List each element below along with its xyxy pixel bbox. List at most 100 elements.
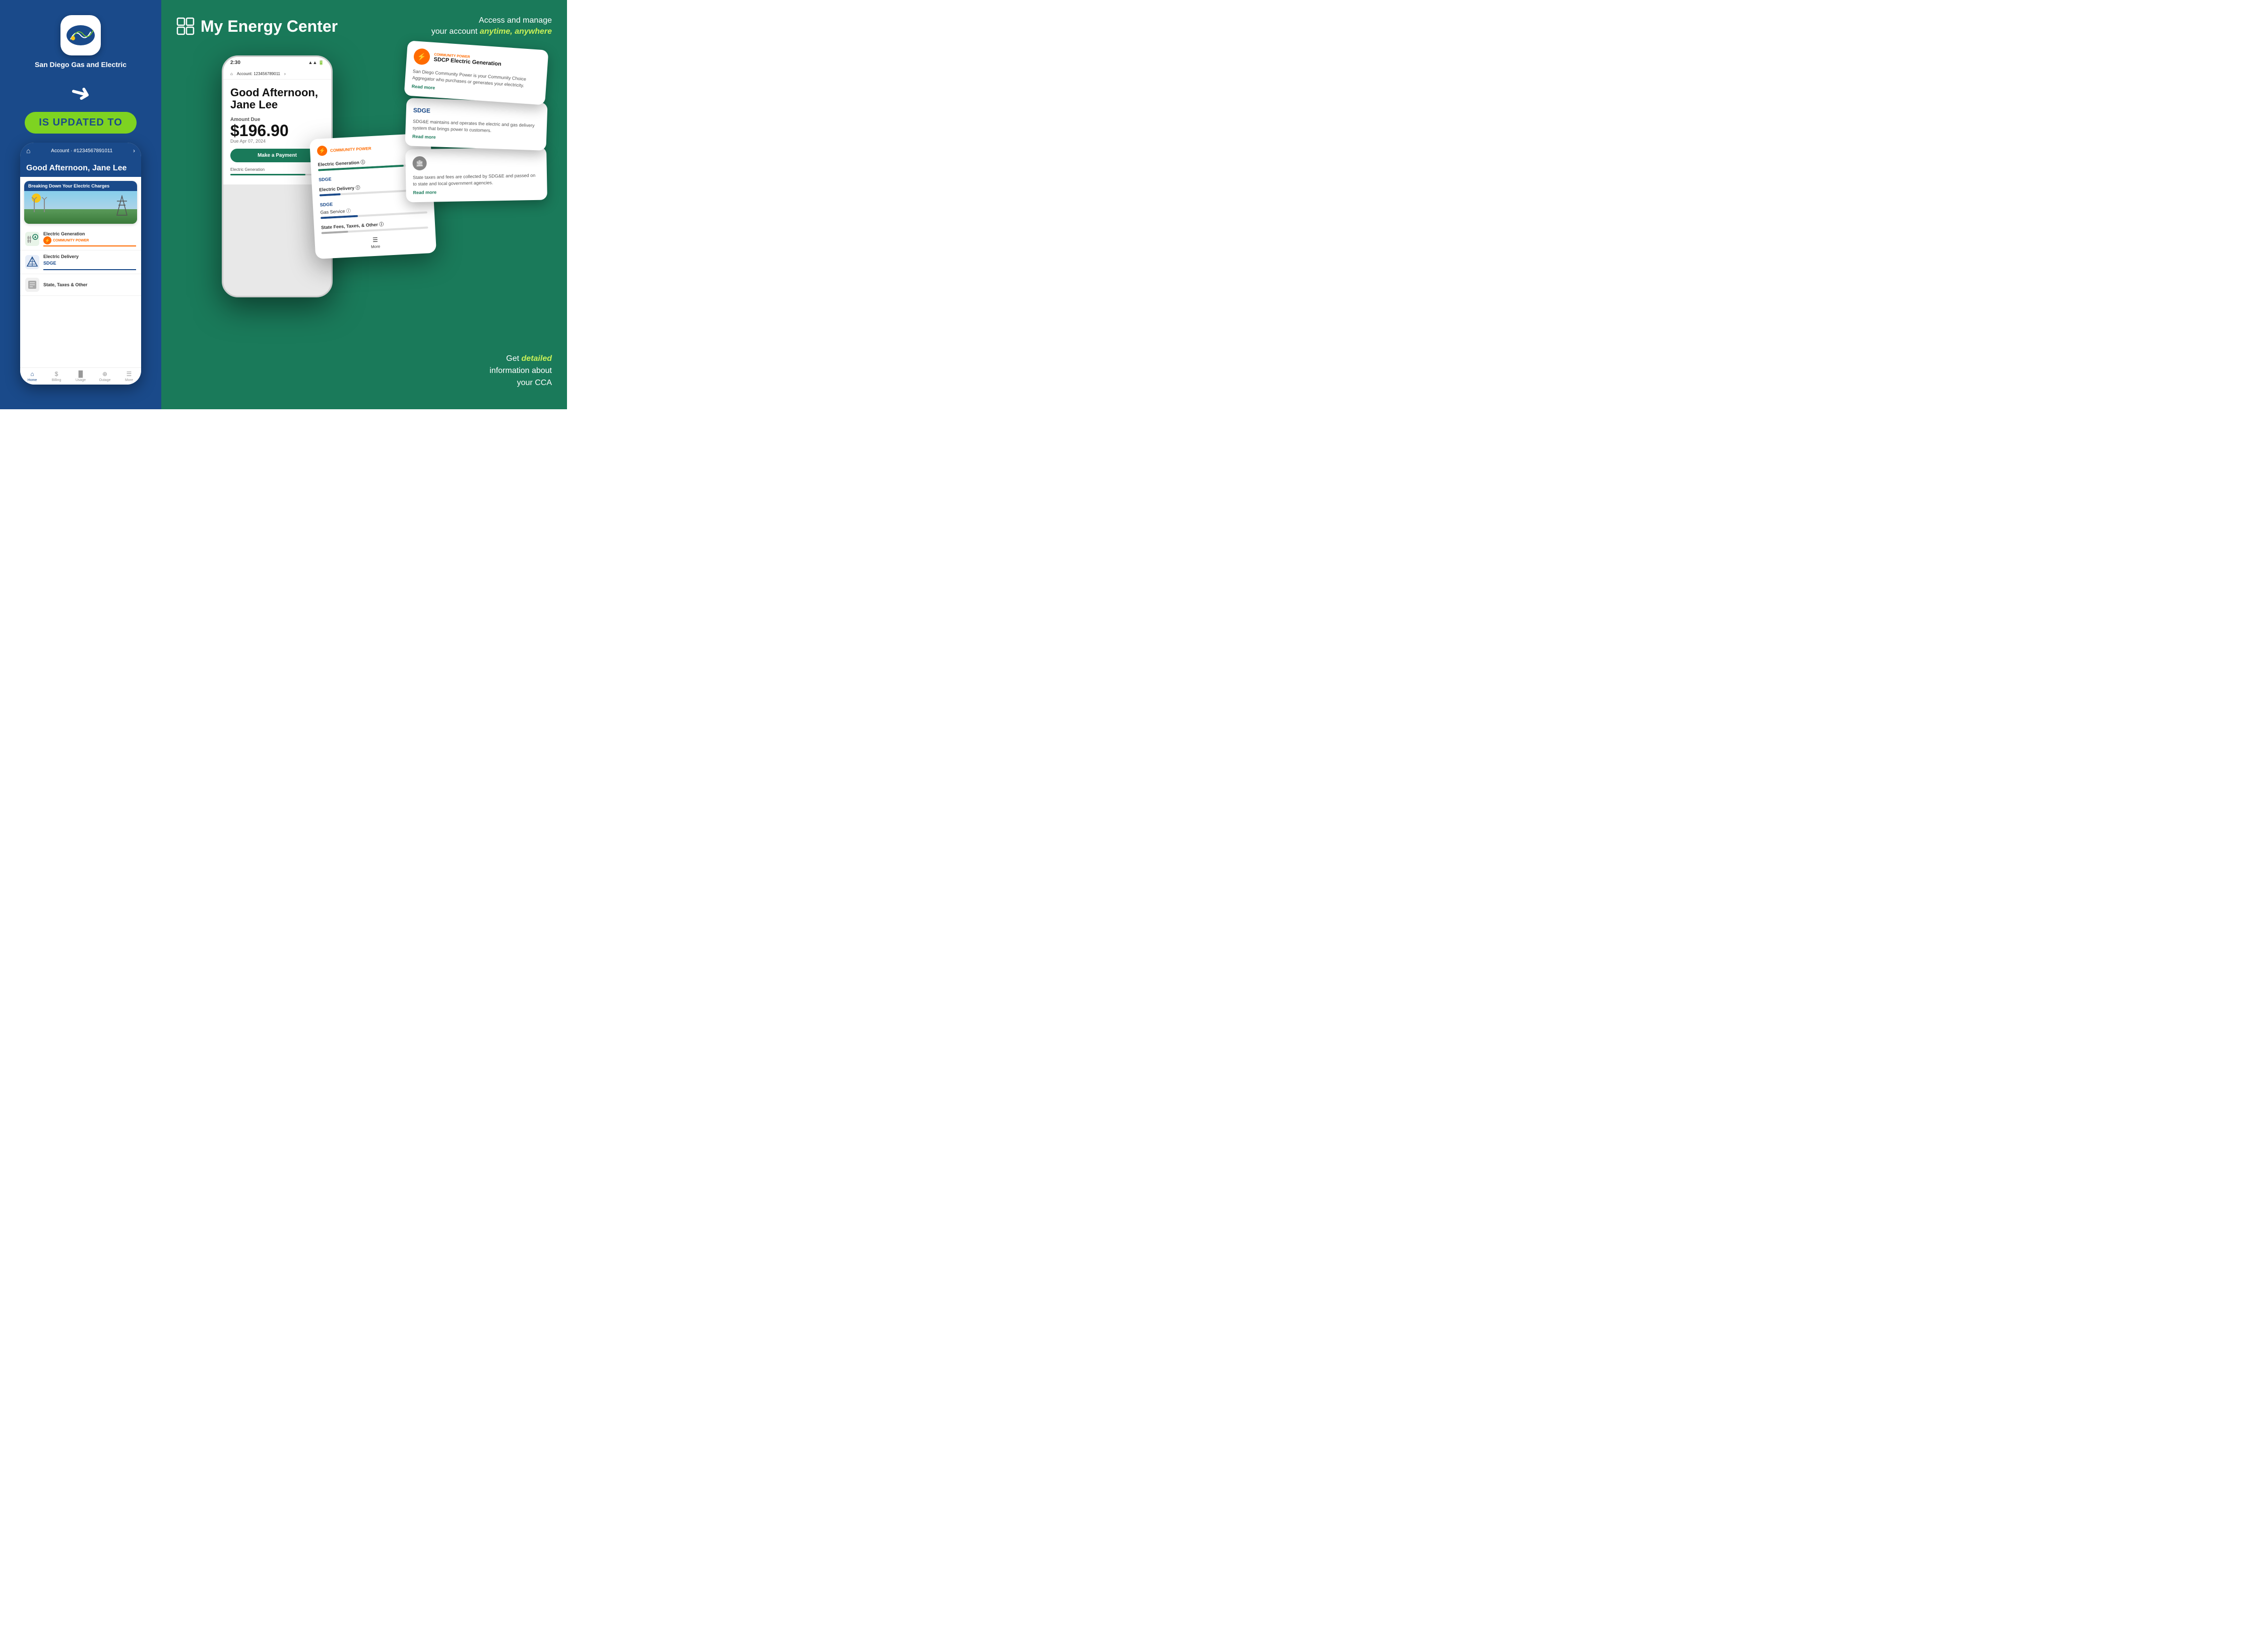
sdge-info-card[interactable]: SDGE SDG&E maintains and operates the el… xyxy=(405,98,547,151)
usage-nav-icon: ▐▌ xyxy=(76,370,85,377)
account-row: ⌂ Account: 123456789011 › xyxy=(230,72,324,76)
state-tax-info: State, Taxes & Other xyxy=(43,282,136,287)
nav-home[interactable]: ⌂ Home xyxy=(20,370,44,382)
sdge-card-header: SDGE xyxy=(413,105,540,119)
nav-usage[interactable]: ▐▌ Usage xyxy=(69,370,93,382)
nav-more[interactable]: ☰ More xyxy=(117,370,141,382)
state-bar-fill xyxy=(322,230,348,234)
nav-outage-label: Outage xyxy=(99,379,111,382)
chevron-right-icon: › xyxy=(133,147,135,154)
charges-list: Electric Generation $83.90 xyxy=(230,167,324,175)
state-charge-item: State Fees, Taxes, & Other ⓘ xyxy=(321,218,428,234)
sdge-card-logo: SDGE xyxy=(319,175,334,182)
promo-card-image xyxy=(24,191,137,224)
promo-scene xyxy=(24,191,137,224)
delivery-service-label: Electric Delivery ⓘ xyxy=(319,184,360,193)
electric-gen-icon xyxy=(25,232,39,246)
sdcp-card-title-wrapper: COMMUNITY POWER SDCP Electric Generation xyxy=(433,52,501,67)
updated-badge-text: IS UPDATED TO xyxy=(39,117,122,128)
state-read-more[interactable]: Read more xyxy=(413,188,540,195)
tagline-highlight: anytime, anywhere xyxy=(480,27,552,36)
bottom-tagline: Get detailed information about your CCA xyxy=(489,353,552,389)
left-phone-mockup: ⌂ Account · #1234567891011 › Good Aftern… xyxy=(20,143,141,385)
sdge-logo-small: SDGE xyxy=(43,260,61,266)
header-left: My Energy Center xyxy=(176,17,338,36)
svg-text:SDGE: SDGE xyxy=(319,176,332,182)
cp-card-label: COMMUNITY POWER xyxy=(330,146,371,152)
cp-logo-badge: ⚡ COMMUNITY POWER xyxy=(43,236,136,244)
cp-bolt-icon: ⚡ xyxy=(319,148,326,154)
nav-home-label: Home xyxy=(28,379,37,382)
gas-bar-fill xyxy=(321,215,358,219)
info-cards-stack: ⚡ COMMUNITY POWER SDCP Electric Generati… xyxy=(406,45,547,176)
phone-header-bar: ⌂ Account · #1234567891011 › xyxy=(20,143,141,159)
home-nav-icon: ⌂ xyxy=(30,370,34,377)
phone-greeting-text: Good Afternoon, Jane Lee xyxy=(26,164,127,172)
bottom-tagline-highlight: detailed xyxy=(522,354,552,363)
delivery-bar-fill xyxy=(320,193,341,196)
app-icon[interactable] xyxy=(60,15,101,55)
nav-billing[interactable]: $ Billing xyxy=(44,370,69,382)
gas-service-header: SDGE xyxy=(320,201,335,208)
state-card-body: State taxes and fees are collected by SD… xyxy=(413,172,540,187)
more-nav-icon: ☰ xyxy=(127,370,132,377)
app-name-label: San Diego Gas and Electric xyxy=(35,60,127,69)
state-tax-icon xyxy=(25,278,39,292)
outage-nav-icon: ⊕ xyxy=(102,370,107,377)
main-phone-header: ⌂ Account: 123456789011 › xyxy=(223,69,331,80)
sdcp-logo-circle: ⚡ xyxy=(413,48,430,65)
state-icon-circle: 🏛 xyxy=(412,156,426,170)
nav-outage[interactable]: ⊕ Outage xyxy=(93,370,117,382)
bottom-tagline-cca: your CCA xyxy=(517,379,552,387)
wind-turbines-icon xyxy=(29,197,59,215)
left-panel: San Diego Gas and Electric ➜ IS UPDATED … xyxy=(0,0,161,409)
state-tax-name: State, Taxes & Other xyxy=(43,282,136,287)
state-taxes-item[interactable]: State, Taxes & Other xyxy=(20,274,141,296)
sdge-read-more[interactable]: Read more xyxy=(412,134,539,144)
sdge-app-logo xyxy=(66,24,96,47)
more-button[interactable]: ☰ More xyxy=(322,233,429,251)
electric-gen-info: Electric Generation ⚡ COMMUNITY POWER xyxy=(43,231,136,246)
bottom-tagline-get: Get detailed xyxy=(506,354,552,363)
orange-bar xyxy=(43,245,136,246)
phone-home-icon: ⌂ xyxy=(230,72,233,76)
right-panel: My Energy Center Access and manage your … xyxy=(161,0,567,409)
header-tagline: Access and manage your account anytime, … xyxy=(431,15,552,38)
phone-bottom-nav: ⌂ Home $ Billing ▐▌ Usage ⊕ Outage ☰ Mor… xyxy=(20,367,141,385)
phone-chevron-icon: › xyxy=(284,72,286,76)
gen-service-label: Electric Generation ⓘ xyxy=(318,159,365,168)
blue-bar xyxy=(43,269,136,270)
app-header: My Energy Center Access and manage your … xyxy=(176,15,552,38)
tagline-line1: Access and manage xyxy=(479,16,552,25)
cp-circle-icon: ⚡ xyxy=(43,236,51,244)
more-lines-icon: ☰ xyxy=(372,236,378,243)
arrow-container: ➜ xyxy=(10,79,151,107)
updated-badge: IS UPDATED TO xyxy=(25,112,137,134)
tagline-line2: your account xyxy=(431,27,478,36)
electric-del-icon xyxy=(25,255,39,269)
svg-text:SDGE: SDGE xyxy=(413,107,430,114)
charge-label-1: Electric Generation xyxy=(230,167,265,172)
electric-del-name: Electric Delivery xyxy=(43,254,136,259)
nav-billing-label: Billing xyxy=(52,379,61,382)
more-label: More xyxy=(371,244,381,249)
promo-card[interactable]: Breaking Down Your Electric Charges xyxy=(24,181,137,224)
state-info-card[interactable]: 🏛 State taxes and fees are collected by … xyxy=(405,147,547,203)
sdge-info-logo: SDGE xyxy=(413,105,434,115)
cp-badge-icon: ⚡ xyxy=(317,145,328,156)
billing-nav-icon: $ xyxy=(55,370,58,377)
notch-bar: 2:30 ▲▲ 🔋 xyxy=(223,57,331,69)
sdcp-info-card[interactable]: ⚡ COMMUNITY POWER SDCP Electric Generati… xyxy=(404,40,549,105)
amount-value: $196.90 xyxy=(230,122,324,139)
nav-usage-label: Usage xyxy=(76,379,86,382)
sdge-card-body: SDG&E maintains and operates the electri… xyxy=(412,118,540,136)
time-display: 2:30 xyxy=(230,60,240,66)
electric-generation-item[interactable]: Electric Generation ⚡ COMMUNITY POWER xyxy=(20,228,141,250)
electric-delivery-item[interactable]: Electric Delivery SDGE xyxy=(20,250,141,274)
home-icon: ⌂ xyxy=(26,147,30,155)
charge-row-1: Electric Generation $83.90 xyxy=(230,167,324,172)
phone-main-greeting: Good Afternoon, Jane Lee xyxy=(230,87,324,111)
arrow-icon: ➜ xyxy=(67,77,94,109)
state-card-header: 🏛 xyxy=(412,154,539,170)
app-title: My Energy Center xyxy=(201,17,338,36)
